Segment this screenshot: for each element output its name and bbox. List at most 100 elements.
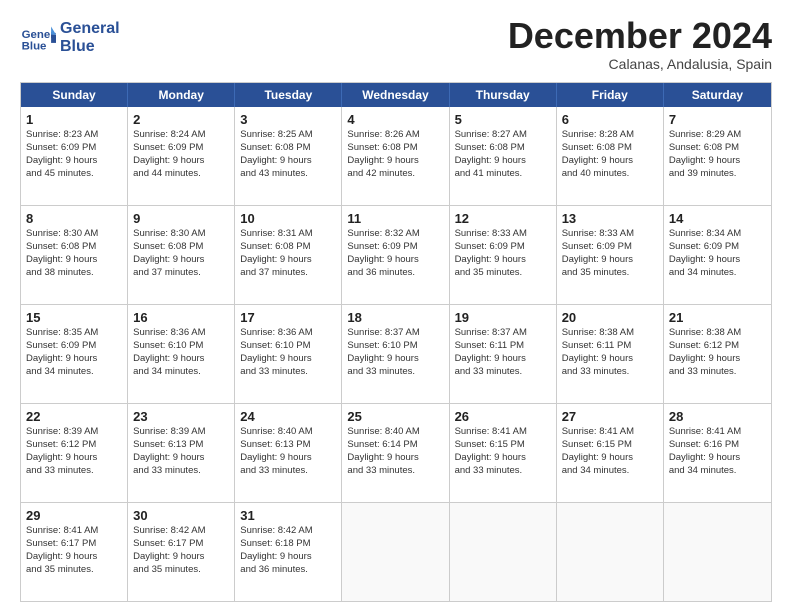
day-number: 1 <box>26 111 122 129</box>
day-number: 22 <box>26 408 122 426</box>
day-info: Sunrise: 8:34 AM Sunset: 6:09 PM Dayligh… <box>669 228 766 279</box>
day-number: 17 <box>240 309 336 327</box>
table-row: 24Sunrise: 8:40 AM Sunset: 6:13 PM Dayli… <box>235 404 342 502</box>
day-number: 20 <box>562 309 658 327</box>
day-number: 23 <box>133 408 229 426</box>
week-row-2: 15Sunrise: 8:35 AM Sunset: 6:09 PM Dayli… <box>21 304 771 403</box>
day-info: Sunrise: 8:36 AM Sunset: 6:10 PM Dayligh… <box>133 327 229 378</box>
day-info: Sunrise: 8:41 AM Sunset: 6:15 PM Dayligh… <box>562 426 658 477</box>
table-row: 17Sunrise: 8:36 AM Sunset: 6:10 PM Dayli… <box>235 305 342 403</box>
day-number: 29 <box>26 507 122 525</box>
svg-text:General: General <box>22 29 56 41</box>
day-info: Sunrise: 8:36 AM Sunset: 6:10 PM Dayligh… <box>240 327 336 378</box>
day-thursday: Thursday <box>450 83 557 107</box>
table-row: 4Sunrise: 8:26 AM Sunset: 6:08 PM Daylig… <box>342 107 449 205</box>
day-number: 28 <box>669 408 766 426</box>
day-info: Sunrise: 8:24 AM Sunset: 6:09 PM Dayligh… <box>133 129 229 180</box>
day-number: 8 <box>26 210 122 228</box>
day-info: Sunrise: 8:37 AM Sunset: 6:10 PM Dayligh… <box>347 327 443 378</box>
table-row: 19Sunrise: 8:37 AM Sunset: 6:11 PM Dayli… <box>450 305 557 403</box>
table-row: 25Sunrise: 8:40 AM Sunset: 6:14 PM Dayli… <box>342 404 449 502</box>
table-row: 11Sunrise: 8:32 AM Sunset: 6:09 PM Dayli… <box>342 206 449 304</box>
day-number: 9 <box>133 210 229 228</box>
title-block: December 2024 Calanas, Andalusia, Spain <box>508 16 772 72</box>
day-info: Sunrise: 8:40 AM Sunset: 6:14 PM Dayligh… <box>347 426 443 477</box>
day-number: 5 <box>455 111 551 129</box>
table-row: 18Sunrise: 8:37 AM Sunset: 6:10 PM Dayli… <box>342 305 449 403</box>
table-row: 3Sunrise: 8:25 AM Sunset: 6:08 PM Daylig… <box>235 107 342 205</box>
day-number: 24 <box>240 408 336 426</box>
day-info: Sunrise: 8:27 AM Sunset: 6:08 PM Dayligh… <box>455 129 551 180</box>
table-row: 28Sunrise: 8:41 AM Sunset: 6:16 PM Dayli… <box>664 404 771 502</box>
day-info: Sunrise: 8:41 AM Sunset: 6:16 PM Dayligh… <box>669 426 766 477</box>
table-row: 14Sunrise: 8:34 AM Sunset: 6:09 PM Dayli… <box>664 206 771 304</box>
day-info: Sunrise: 8:26 AM Sunset: 6:08 PM Dayligh… <box>347 129 443 180</box>
week-row-0: 1Sunrise: 8:23 AM Sunset: 6:09 PM Daylig… <box>21 107 771 205</box>
table-row: 5Sunrise: 8:27 AM Sunset: 6:08 PM Daylig… <box>450 107 557 205</box>
table-row: 6Sunrise: 8:28 AM Sunset: 6:08 PM Daylig… <box>557 107 664 205</box>
day-number: 12 <box>455 210 551 228</box>
calendar: Sunday Monday Tuesday Wednesday Thursday… <box>20 82 772 602</box>
table-row: 22Sunrise: 8:39 AM Sunset: 6:12 PM Dayli… <box>21 404 128 502</box>
day-info: Sunrise: 8:42 AM Sunset: 6:17 PM Dayligh… <box>133 525 229 576</box>
header: General Blue GeneralBlue December 2024 C… <box>20 16 772 72</box>
svg-text:Blue: Blue <box>22 40 47 52</box>
day-tuesday: Tuesday <box>235 83 342 107</box>
day-number: 2 <box>133 111 229 129</box>
day-info: Sunrise: 8:28 AM Sunset: 6:08 PM Dayligh… <box>562 129 658 180</box>
logo: General Blue GeneralBlue <box>20 20 120 56</box>
table-row <box>342 503 449 601</box>
day-number: 30 <box>133 507 229 525</box>
day-number: 13 <box>562 210 658 228</box>
day-info: Sunrise: 8:42 AM Sunset: 6:18 PM Dayligh… <box>240 525 336 576</box>
day-info: Sunrise: 8:41 AM Sunset: 6:17 PM Dayligh… <box>26 525 122 576</box>
day-info: Sunrise: 8:31 AM Sunset: 6:08 PM Dayligh… <box>240 228 336 279</box>
day-number: 31 <box>240 507 336 525</box>
day-info: Sunrise: 8:33 AM Sunset: 6:09 PM Dayligh… <box>455 228 551 279</box>
day-number: 19 <box>455 309 551 327</box>
day-number: 10 <box>240 210 336 228</box>
table-row: 13Sunrise: 8:33 AM Sunset: 6:09 PM Dayli… <box>557 206 664 304</box>
table-row: 20Sunrise: 8:38 AM Sunset: 6:11 PM Dayli… <box>557 305 664 403</box>
page: General Blue GeneralBlue December 2024 C… <box>0 0 792 612</box>
month-title: December 2024 <box>508 16 772 56</box>
day-info: Sunrise: 8:30 AM Sunset: 6:08 PM Dayligh… <box>133 228 229 279</box>
logo-text: GeneralBlue <box>60 20 120 55</box>
day-number: 18 <box>347 309 443 327</box>
table-row: 31Sunrise: 8:42 AM Sunset: 6:18 PM Dayli… <box>235 503 342 601</box>
day-number: 4 <box>347 111 443 129</box>
calendar-header: Sunday Monday Tuesday Wednesday Thursday… <box>21 83 771 107</box>
day-info: Sunrise: 8:39 AM Sunset: 6:13 PM Dayligh… <box>133 426 229 477</box>
day-info: Sunrise: 8:35 AM Sunset: 6:09 PM Dayligh… <box>26 327 122 378</box>
general-blue-logo-icon: General Blue <box>20 20 56 56</box>
day-info: Sunrise: 8:33 AM Sunset: 6:09 PM Dayligh… <box>562 228 658 279</box>
day-number: 14 <box>669 210 766 228</box>
table-row: 15Sunrise: 8:35 AM Sunset: 6:09 PM Dayli… <box>21 305 128 403</box>
table-row: 10Sunrise: 8:31 AM Sunset: 6:08 PM Dayli… <box>235 206 342 304</box>
table-row: 29Sunrise: 8:41 AM Sunset: 6:17 PM Dayli… <box>21 503 128 601</box>
day-info: Sunrise: 8:38 AM Sunset: 6:12 PM Dayligh… <box>669 327 766 378</box>
table-row: 23Sunrise: 8:39 AM Sunset: 6:13 PM Dayli… <box>128 404 235 502</box>
day-info: Sunrise: 8:39 AM Sunset: 6:12 PM Dayligh… <box>26 426 122 477</box>
day-info: Sunrise: 8:29 AM Sunset: 6:08 PM Dayligh… <box>669 129 766 180</box>
day-info: Sunrise: 8:38 AM Sunset: 6:11 PM Dayligh… <box>562 327 658 378</box>
week-row-1: 8 Sunrise: 8:30 AM Sunset: 6:08 PM Daylig… <box>21 205 771 304</box>
table-row: 27Sunrise: 8:41 AM Sunset: 6:15 PM Dayli… <box>557 404 664 502</box>
day-number: 3 <box>240 111 336 129</box>
table-row <box>664 503 771 601</box>
calendar-body: 1Sunrise: 8:23 AM Sunset: 6:09 PM Daylig… <box>21 107 771 601</box>
day-info: Sunrise: 8:32 AM Sunset: 6:09 PM Dayligh… <box>347 228 443 279</box>
day-number: 7 <box>669 111 766 129</box>
table-row: 7Sunrise: 8:29 AM Sunset: 6:08 PM Daylig… <box>664 107 771 205</box>
day-friday: Friday <box>557 83 664 107</box>
day-number: 6 <box>562 111 658 129</box>
day-number: 15 <box>26 309 122 327</box>
table-row: 2Sunrise: 8:24 AM Sunset: 6:09 PM Daylig… <box>128 107 235 205</box>
day-number: 16 <box>133 309 229 327</box>
week-row-4: 29Sunrise: 8:41 AM Sunset: 6:17 PM Dayli… <box>21 502 771 601</box>
day-number: 11 <box>347 210 443 228</box>
location-subtitle: Calanas, Andalusia, Spain <box>508 56 772 72</box>
day-wednesday: Wednesday <box>342 83 449 107</box>
day-saturday: Saturday <box>664 83 771 107</box>
table-row <box>557 503 664 601</box>
